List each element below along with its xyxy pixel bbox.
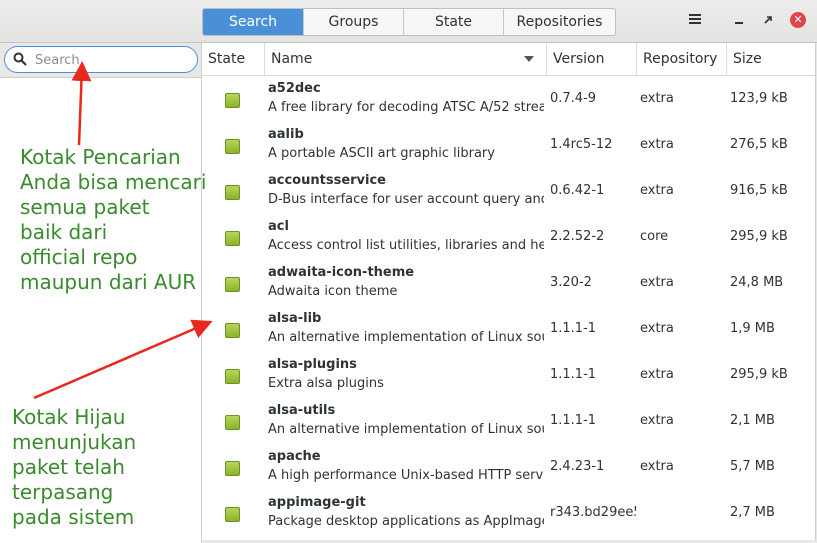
package-description: Adwaita icon theme xyxy=(268,284,398,299)
column-header-name[interactable]: Name xyxy=(264,43,546,75)
table-row[interactable]: acl Access control list utilities, librar… xyxy=(202,213,815,259)
package-name: apache xyxy=(268,449,321,464)
tab-search[interactable]: Search xyxy=(203,9,303,35)
installed-status-icon[interactable] xyxy=(225,369,240,384)
column-header-state[interactable]: State xyxy=(202,43,264,75)
package-size: 295,9 kB xyxy=(730,367,788,382)
search-annotation: Kotak Pencarian Anda bisa mencari semua … xyxy=(20,145,207,294)
table-row[interactable]: adwaita-icon-theme Adwaita icon theme 3.20… xyxy=(202,259,815,305)
installed-status-icon[interactable] xyxy=(225,415,240,430)
package-version: 0.7.4-9 xyxy=(550,91,597,106)
tab-state[interactable]: State xyxy=(403,9,503,35)
package-repository: extra xyxy=(640,367,674,382)
maximize-icon[interactable] xyxy=(757,10,779,32)
package-size: 276,5 kB xyxy=(730,137,788,152)
package-size: 24,8 MB xyxy=(730,275,784,290)
package-name: a52dec xyxy=(268,81,321,96)
package-repository: extra xyxy=(640,321,674,336)
package-description: Extra alsa plugins xyxy=(268,376,384,391)
column-header-version[interactable]: Version xyxy=(546,43,636,75)
package-description: An alternative implementation of Linux s… xyxy=(268,330,544,345)
package-repository: extra xyxy=(640,91,674,106)
table-row[interactable]: accountsservice D-Bus interface for user … xyxy=(202,167,815,213)
package-name: adwaita-icon-theme xyxy=(268,265,415,280)
package-table: State Name Version Repository Size a52de… xyxy=(202,43,816,540)
tab-repositories[interactable]: Repositories xyxy=(503,9,615,35)
package-description: D-Bus interface for user account query a… xyxy=(268,192,544,207)
installed-status-icon[interactable] xyxy=(225,277,240,292)
hamburger-menu-icon[interactable] xyxy=(684,10,706,32)
package-size: 916,5 kB xyxy=(730,183,788,198)
installed-status-icon[interactable] xyxy=(225,185,240,200)
package-repository: extra xyxy=(640,459,674,474)
package-size: 123,9 kB xyxy=(730,91,788,106)
search-input[interactable] xyxy=(33,50,187,70)
search-field[interactable] xyxy=(4,46,198,73)
package-size: 1,9 MB xyxy=(730,321,775,336)
view-switcher: Search Groups State Repositories xyxy=(202,8,616,36)
package-version: 2.2.52-2 xyxy=(550,229,605,244)
package-name: appimage-git xyxy=(268,495,366,510)
package-name: accountsservice xyxy=(268,173,386,188)
package-name: aalib xyxy=(268,127,304,142)
package-version: 1.1.1-1 xyxy=(550,367,597,382)
package-repository: extra xyxy=(640,183,674,198)
search-icon xyxy=(13,52,27,66)
package-description: A free library for decoding ATSC A/52 st… xyxy=(268,100,544,115)
column-header-repository[interactable]: Repository xyxy=(636,43,726,75)
package-description: Package desktop applications as AppImage… xyxy=(268,514,544,529)
installed-status-icon[interactable] xyxy=(225,139,240,154)
installed-status-icon[interactable] xyxy=(225,461,240,476)
package-size: 5,7 MB xyxy=(730,459,775,474)
table-row[interactable]: alsa-plugins Extra alsa plugins 1.1.1-1 ext… xyxy=(202,351,815,397)
installed-status-icon[interactable] xyxy=(225,93,240,108)
package-repository: core xyxy=(640,229,669,244)
search-bar xyxy=(0,43,201,78)
package-name: alsa-lib xyxy=(268,311,322,326)
table-row[interactable]: apache A high performance Unix-based HTTP… xyxy=(202,443,815,489)
package-name: alsa-utils xyxy=(268,403,336,418)
package-repository: extra xyxy=(640,413,674,428)
package-description: Access control list utilities, libraries… xyxy=(268,238,544,253)
table-header: State Name Version Repository Size xyxy=(202,43,815,76)
header-bar: Search Groups State Repositories ✕ xyxy=(0,0,817,43)
green-box-annotation: Kotak Hijau menunjukan paket telah terpa… xyxy=(12,405,137,529)
package-description: An alternative implementation of Linux s… xyxy=(268,422,544,437)
table-row[interactable]: alsa-utils An alternative implementation … xyxy=(202,397,815,443)
package-version: r343.bd29ee5 xyxy=(550,505,636,520)
installed-status-icon[interactable] xyxy=(225,323,240,338)
package-name: alsa-plugins xyxy=(268,357,357,372)
package-description: A high performance Unix-based HTTP serve… xyxy=(268,468,544,483)
close-icon[interactable]: ✕ xyxy=(790,12,806,28)
table-row[interactable]: alsa-lib An alternative implementation of… xyxy=(202,305,815,351)
package-version: 1.1.1-1 xyxy=(550,413,597,428)
column-header-size[interactable]: Size xyxy=(726,43,815,75)
package-description: A portable ASCII art graphic library xyxy=(268,146,495,161)
package-version: 0.6.42-1 xyxy=(550,183,605,198)
table-row[interactable]: appimage-git Package desktop applications… xyxy=(202,489,815,535)
package-version: 1.4rc5-12 xyxy=(550,137,613,152)
package-version: 1.1.1-1 xyxy=(550,321,597,336)
tab-groups[interactable]: Groups xyxy=(303,9,403,35)
package-version: 3.20-2 xyxy=(550,275,592,290)
package-version: 2.4.23-1 xyxy=(550,459,605,474)
package-name: acl xyxy=(268,219,289,234)
package-repository: extra xyxy=(640,275,674,290)
package-repository: extra xyxy=(640,137,674,152)
package-size: 295,9 kB xyxy=(730,229,788,244)
installed-status-icon[interactable] xyxy=(225,507,240,522)
installed-status-icon[interactable] xyxy=(225,231,240,246)
table-row[interactable]: a52dec A free library for decoding ATSC A… xyxy=(202,75,815,121)
sort-descending-icon xyxy=(524,56,534,62)
table-row[interactable]: aalib A portable ASCII art graphic librar… xyxy=(202,121,815,167)
minimize-icon[interactable] xyxy=(728,10,750,32)
package-size: 2,1 MB xyxy=(730,413,775,428)
package-size: 2,7 MB xyxy=(730,505,775,520)
